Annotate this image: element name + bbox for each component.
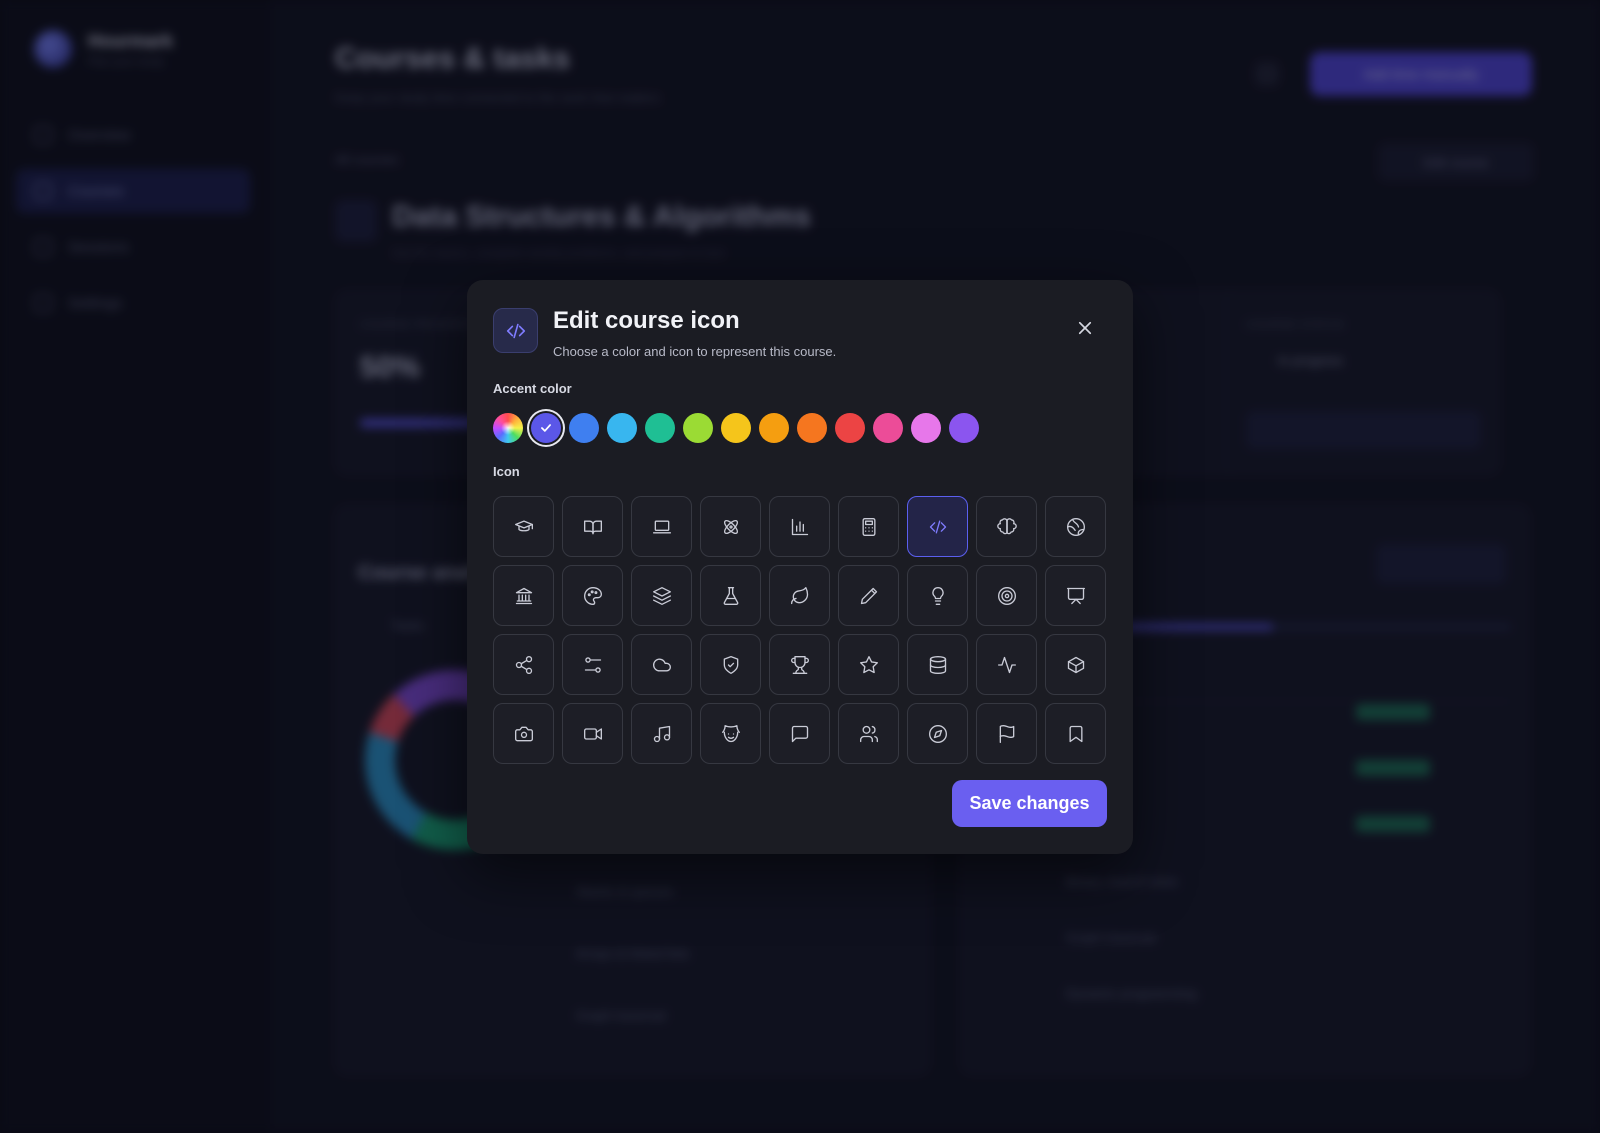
- color-swatch[interactable]: [797, 413, 827, 443]
- color-swatch[interactable]: [721, 413, 751, 443]
- icon-option-flag[interactable]: [976, 703, 1037, 764]
- icon-option-pencil[interactable]: [838, 565, 899, 626]
- icon-option-target[interactable]: [976, 565, 1037, 626]
- theater-masks-icon: [721, 724, 740, 742]
- icon-option-book-open[interactable]: [562, 496, 623, 557]
- icon-option-palette[interactable]: [562, 565, 623, 626]
- compass-icon: [928, 724, 947, 743]
- icon-option-lightbulb[interactable]: [907, 565, 968, 626]
- course-icon-preview: [493, 308, 538, 353]
- camera-icon: [514, 726, 533, 741]
- color-swatch-selected[interactable]: [531, 413, 561, 443]
- save-changes-button[interactable]: Save changes: [952, 780, 1107, 827]
- share-icon: [515, 655, 532, 674]
- icon-option-box[interactable]: [1045, 634, 1106, 695]
- shield-check-icon: [723, 655, 738, 674]
- flag-icon: [999, 724, 1014, 743]
- icon-option-theater-masks[interactable]: [700, 703, 761, 764]
- book-open-icon: [583, 520, 602, 534]
- code-icon: [506, 323, 525, 338]
- icon-option-calculator[interactable]: [838, 496, 899, 557]
- icon-label: Icon: [493, 464, 520, 479]
- video-icon: [583, 727, 602, 740]
- bar-chart-icon: [791, 518, 808, 535]
- dialog-subtitle: Choose a color and icon to represent thi…: [553, 344, 837, 359]
- leaf-icon: [790, 586, 808, 604]
- color-swatch[interactable]: [607, 413, 637, 443]
- cloud-icon: [652, 658, 671, 671]
- database-icon: [929, 655, 946, 674]
- graduation-cap-icon: [514, 520, 533, 531]
- icon-option-code[interactable]: [907, 496, 968, 557]
- accent-color-label: Accent color: [493, 381, 572, 396]
- color-swatch[interactable]: [759, 413, 789, 443]
- icon-option-laptop[interactable]: [631, 496, 692, 557]
- accent-color-picker: [493, 413, 979, 443]
- icon-option-graduation-cap[interactable]: [493, 496, 554, 557]
- laptop-icon: [652, 520, 671, 533]
- icon-picker-grid: [493, 496, 1106, 764]
- color-swatch[interactable]: [873, 413, 903, 443]
- icon-option-landmark[interactable]: [493, 565, 554, 626]
- icon-option-activity[interactable]: [976, 634, 1037, 695]
- icon-option-trophy[interactable]: [769, 634, 830, 695]
- atom-icon: [723, 519, 738, 534]
- icon-option-compass[interactable]: [907, 703, 968, 764]
- box-icon: [1067, 656, 1084, 673]
- dialog-title: Edit course icon: [553, 307, 740, 334]
- icon-option-star[interactable]: [838, 634, 899, 695]
- icon-option-atom[interactable]: [700, 496, 761, 557]
- color-swatch[interactable]: [683, 413, 713, 443]
- edit-icon-dialog: Edit course icon Choose a color and icon…: [467, 280, 1133, 854]
- target-icon: [997, 586, 1016, 605]
- music-icon: [653, 725, 670, 742]
- lightbulb-icon: [931, 586, 944, 605]
- calculator-icon: [862, 517, 875, 536]
- icon-option-flask[interactable]: [700, 565, 761, 626]
- icon-option-presentation[interactable]: [1045, 565, 1106, 626]
- icon-option-users[interactable]: [838, 703, 899, 764]
- palette-icon: [583, 586, 602, 605]
- icon-option-message-square[interactable]: [769, 703, 830, 764]
- icon-option-leaf[interactable]: [769, 565, 830, 626]
- custom-color-swatch[interactable]: [493, 413, 523, 443]
- color-swatch[interactable]: [645, 413, 675, 443]
- color-swatch[interactable]: [569, 413, 599, 443]
- color-swatch[interactable]: [911, 413, 941, 443]
- icon-option-video[interactable]: [562, 703, 623, 764]
- check-icon: [531, 413, 561, 443]
- presentation-icon: [1066, 587, 1085, 604]
- close-icon: [1078, 321, 1092, 335]
- close-button[interactable]: [1073, 316, 1097, 340]
- star-icon: [859, 655, 878, 673]
- icon-option-globe[interactable]: [1045, 496, 1106, 557]
- landmark-icon: [515, 587, 532, 604]
- message-square-icon: [791, 725, 808, 742]
- layers-icon: [652, 586, 671, 605]
- pencil-icon: [860, 587, 877, 604]
- icon-option-cloud[interactable]: [631, 634, 692, 695]
- icon-option-bar-chart[interactable]: [769, 496, 830, 557]
- icon-option-git-compare[interactable]: [562, 634, 623, 695]
- brain-icon: [996, 517, 1017, 534]
- color-swatch[interactable]: [949, 413, 979, 443]
- activity-icon: [997, 656, 1016, 673]
- icon-option-camera[interactable]: [493, 703, 554, 764]
- git-compare-icon: [584, 656, 601, 673]
- users-icon: [859, 725, 878, 742]
- color-swatch[interactable]: [835, 413, 865, 443]
- icon-option-bookmark[interactable]: [1045, 703, 1106, 764]
- bookmark-icon: [1069, 725, 1082, 742]
- icon-option-database[interactable]: [907, 634, 968, 695]
- flask-icon: [723, 586, 738, 605]
- globe-icon: [1066, 517, 1085, 536]
- icon-option-music[interactable]: [631, 703, 692, 764]
- icon-option-shield-check[interactable]: [700, 634, 761, 695]
- code-icon: [929, 520, 946, 533]
- trophy-icon: [790, 655, 809, 674]
- icon-option-brain[interactable]: [976, 496, 1037, 557]
- icon-option-layers[interactable]: [631, 565, 692, 626]
- icon-option-share[interactable]: [493, 634, 554, 695]
